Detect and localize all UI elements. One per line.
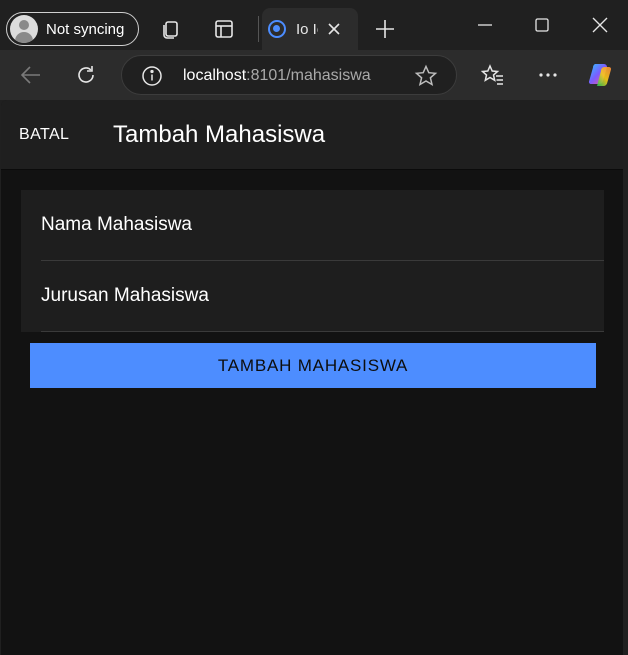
more-icon (539, 73, 557, 77)
collections-icon (163, 21, 178, 39)
new-tab-button[interactable] (370, 14, 400, 44)
refresh-button[interactable] (71, 60, 101, 90)
plus-icon (376, 20, 394, 38)
maximize-button[interactable] (527, 10, 557, 40)
copilot-icon (588, 64, 612, 87)
student-form (21, 190, 604, 332)
browser-titlebar: Not syncing Io Io (0, 0, 628, 50)
nama-mahasiswa-input[interactable] (41, 190, 604, 260)
profile-label: Not syncing (46, 20, 125, 38)
window-edge (623, 100, 628, 655)
arrow-left-icon (20, 66, 40, 84)
page-title: Tambah Mahasiswa (113, 121, 326, 148)
close-icon (592, 17, 608, 33)
url-host: localhost (183, 67, 247, 84)
item-divider (41, 331, 604, 332)
favorites-button[interactable] (478, 60, 508, 90)
tab-close-button[interactable] (326, 21, 342, 37)
avatar-icon (10, 15, 38, 43)
copilot-button[interactable] (585, 60, 615, 90)
tab-actions-button[interactable] (209, 14, 239, 44)
app-header: BATAL Tambah Mahasiswa (1, 100, 623, 170)
browser-toolbar: localhost:8101/mahasiswa (0, 50, 628, 100)
favorites-icon (481, 64, 503, 85)
minimize-button[interactable] (470, 10, 500, 40)
tab-title: Io Io (296, 20, 318, 38)
collections-button[interactable] (156, 14, 186, 44)
profile-button[interactable]: Not syncing (6, 12, 139, 46)
minimize-icon (478, 24, 492, 26)
star-icon[interactable] (414, 64, 438, 88)
page-viewport: BATAL Tambah Mahasiswa TAMBAH MAHASISWA (1, 100, 623, 655)
cancel-button[interactable]: BATAL (19, 126, 69, 144)
info-icon[interactable] (141, 65, 163, 87)
close-icon (328, 23, 340, 35)
tab-divider (258, 16, 259, 42)
more-menu-button[interactable] (533, 60, 563, 90)
url-text: localhost:8101/mahasiswa (183, 67, 371, 85)
form-item-jurusan (21, 261, 604, 332)
browser-tab[interactable]: Io Io (262, 8, 358, 50)
maximize-icon (535, 18, 549, 32)
tab-layout-icon (215, 20, 233, 38)
ionic-icon (268, 20, 286, 38)
url-path: :8101/mahasiswa (246, 67, 371, 84)
jurusan-mahasiswa-input[interactable] (41, 261, 604, 331)
form-item-nama (21, 190, 604, 261)
tambah-mahasiswa-button[interactable]: TAMBAH MAHASISWA (30, 343, 596, 388)
window-close-button[interactable] (585, 10, 615, 40)
address-bar[interactable]: localhost:8101/mahasiswa (121, 55, 457, 95)
back-button[interactable] (16, 60, 46, 90)
refresh-icon (78, 66, 94, 83)
